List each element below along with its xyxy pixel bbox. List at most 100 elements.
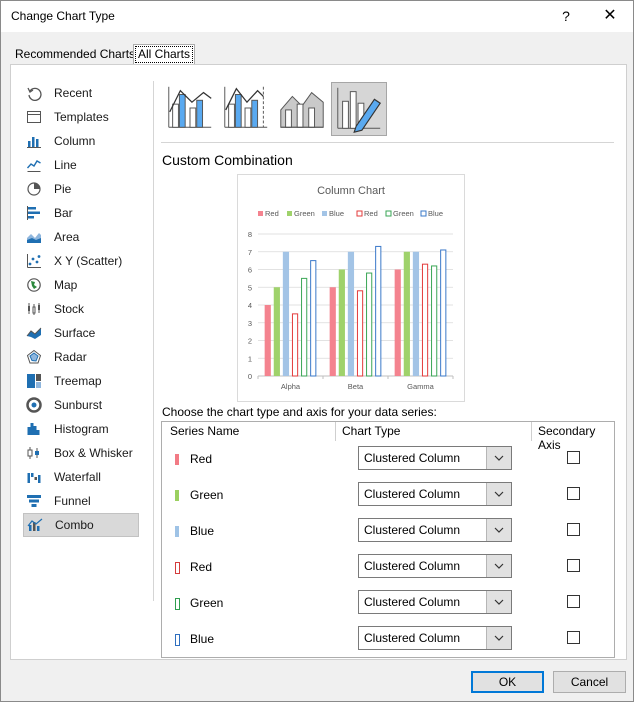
close-button[interactable]: ✕ [598, 6, 622, 26]
bar-blue-beta [347, 251, 355, 376]
secondary-axis-checkbox[interactable] [567, 595, 580, 608]
bar-green-gamma [403, 251, 410, 376]
sidebar-item-label: Recent [54, 86, 93, 100]
sidebar-item-histogram[interactable]: Histogram [23, 418, 137, 440]
bar-blue-alpha [282, 251, 290, 376]
cancel-button[interactable]: Cancel [553, 671, 626, 693]
map-chart-icon [26, 277, 42, 293]
variant-custom-combination[interactable] [331, 82, 387, 136]
legend-label: Red [364, 209, 378, 218]
recent-icon [26, 85, 42, 101]
sidebar-item-sunburst[interactable]: Sunburst [23, 394, 137, 416]
sidebar-item-templates[interactable]: Templates [23, 106, 137, 128]
series-name: Red [190, 452, 213, 466]
sidebar-item-label: Column [54, 134, 96, 148]
series-color-swatch [175, 562, 180, 574]
help-button[interactable]: ? [555, 6, 577, 26]
variant-divider [161, 142, 614, 143]
sidebar-item-scatter[interactable]: X Y (Scatter) [23, 250, 137, 272]
chart-type-dropdown[interactable]: Clustered Column [358, 518, 512, 542]
chart-title: Column Chart [317, 185, 385, 197]
variant-clustered-column-line[interactable] [163, 82, 217, 134]
sidebar-item-waterfall[interactable]: Waterfall [23, 466, 137, 488]
y-tick-label: 5 [248, 283, 252, 292]
chart-type-value: Clustered Column [364, 559, 461, 573]
scatter-chart-icon [26, 253, 42, 269]
sidebar-item-radar[interactable]: Radar [23, 346, 137, 368]
bar-red-gamma [421, 263, 429, 377]
chart-type-header: Chart Type [342, 424, 401, 438]
bar-blue-alpha [310, 260, 317, 377]
sidebar-item-combo[interactable]: Combo [23, 513, 139, 537]
line-chart-icon [26, 157, 42, 173]
sidebar-item-label: Area [54, 230, 80, 244]
sidebar-item-column[interactable]: Column [23, 130, 137, 152]
chart-type-dropdown[interactable]: Clustered Column [358, 446, 512, 470]
dropdown-button[interactable] [486, 483, 511, 505]
sidebar-item-label: Radar [54, 350, 87, 364]
surface-chart-icon [26, 325, 42, 341]
chart-type-dropdown[interactable]: Clustered Column [358, 554, 512, 578]
dropdown-button[interactable] [486, 555, 511, 577]
tab-all-charts[interactable]: All Charts [133, 44, 196, 65]
series-name: Blue [190, 524, 215, 538]
stacked-area-column-icon [280, 91, 324, 128]
sidebar-item-label: Stock [54, 302, 85, 316]
variant-clustered-column-line-secondary-axis[interactable] [219, 82, 273, 134]
ok-button[interactable]: OK [471, 671, 544, 693]
sidebar-item-area[interactable]: Area [23, 226, 137, 248]
chevron-down-icon [494, 635, 504, 641]
secondary-axis-checkbox[interactable] [567, 631, 580, 644]
secondary-axis-checkbox[interactable] [567, 523, 580, 536]
sidebar-item-label: Surface [54, 326, 96, 340]
area-chart-icon [26, 229, 42, 245]
chart-type-dropdown[interactable]: Clustered Column [358, 626, 512, 650]
sidebar-item-stock[interactable]: Stock [23, 298, 137, 320]
series-color-swatch [175, 454, 179, 465]
sidebar-item-box-whisker[interactable]: Box & Whisker [23, 442, 137, 464]
sidebar-item-bar[interactable]: Bar [23, 202, 137, 224]
x-tick-label: Beta [348, 382, 364, 391]
dropdown-button[interactable] [486, 591, 511, 613]
variant-stacked-area-clustered-column[interactable] [275, 82, 329, 134]
legend-swatch [356, 210, 363, 217]
series-table: Series Name Chart Type Secondary Axis Re… [161, 421, 615, 658]
sidebar-item-line[interactable]: Line [23, 154, 137, 176]
secondary-axis-checkbox[interactable] [567, 451, 580, 464]
legend-swatch [322, 211, 327, 216]
dropdown-button[interactable] [486, 447, 511, 469]
dialog-title: Change Chart Type [11, 9, 115, 23]
secondary-axis-checkbox[interactable] [567, 487, 580, 500]
bar-red-alpha [291, 313, 299, 377]
y-tick-label: 0 [248, 372, 252, 381]
sidebar-item-pie[interactable]: Pie [23, 178, 137, 200]
sidebar-item-map[interactable]: Map [23, 274, 137, 296]
secondary-axis-checkbox[interactable] [567, 559, 580, 572]
tab-recommended-charts[interactable]: Recommended Charts [11, 45, 139, 63]
y-tick-label: 7 [248, 248, 252, 257]
bar-red-beta [329, 287, 336, 376]
title-bar: Change Chart Type ? ✕ [1, 1, 633, 32]
legend-label: Green [393, 209, 414, 218]
bar-red-beta [356, 290, 364, 377]
sidebar-item-funnel[interactable]: Funnel [23, 490, 137, 512]
series-color-swatch [175, 634, 180, 646]
bar-green-alpha [273, 287, 280, 376]
bar-green-beta [338, 269, 345, 376]
sidebar-item-label: X Y (Scatter) [54, 254, 123, 268]
header-divider [531, 422, 532, 441]
sidebar-item-treemap[interactable]: Treemap [23, 370, 137, 392]
bar-green-alpha [301, 277, 308, 377]
sidebar-item-surface[interactable]: Surface [23, 322, 137, 344]
dropdown-button[interactable] [486, 519, 511, 541]
chevron-down-icon [494, 455, 504, 461]
series-color-swatch [175, 490, 179, 501]
custom-combination-icon [337, 87, 382, 133]
series-row: Red Clustered Column [162, 442, 614, 478]
dropdown-button[interactable] [486, 627, 511, 649]
sidebar-item-label: Map [54, 278, 78, 292]
chart-type-dropdown[interactable]: Clustered Column [358, 482, 512, 506]
sidebar-item-recent[interactable]: Recent [23, 82, 137, 104]
y-tick-label: 2 [248, 337, 252, 346]
chart-type-dropdown[interactable]: Clustered Column [358, 590, 512, 614]
